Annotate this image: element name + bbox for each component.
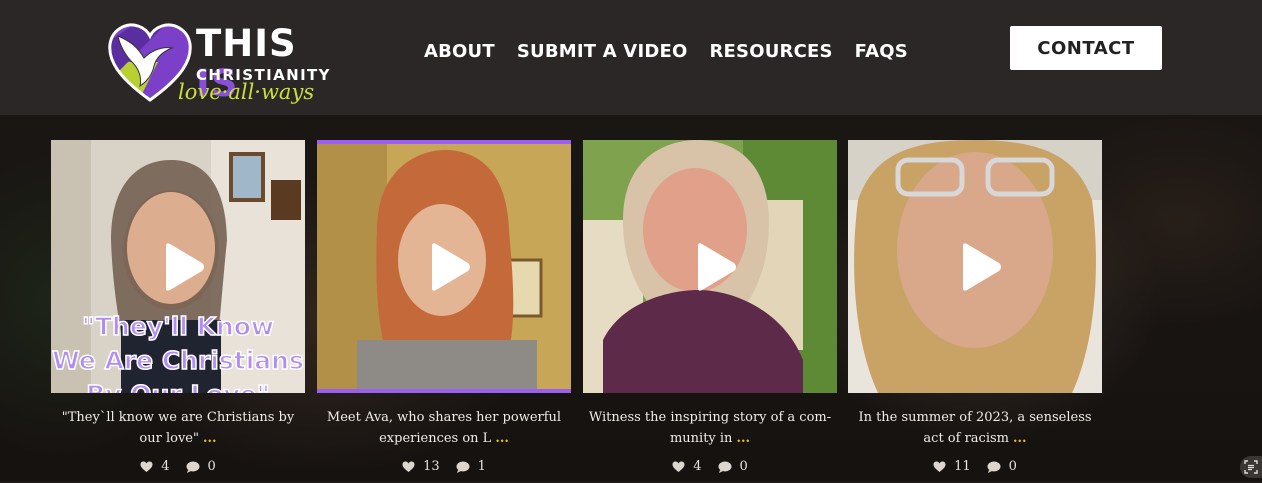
nav-faqs[interactable]: FAQS — [855, 40, 908, 64]
video-caption[interactable]: In the summer of 2023, a senseless act o… — [848, 407, 1102, 449]
logo-tagline: love·all·ways — [178, 80, 315, 104]
video-caption[interactable]: Meet Ava, who shares her powerful experi… — [317, 407, 571, 449]
contact-button[interactable]: CONTACT — [1010, 26, 1162, 70]
nav-submit-a-video[interactable]: SUBMIT A VIDEO — [517, 40, 688, 64]
video-stats: 4 0 — [583, 459, 837, 474]
heart-icon — [402, 461, 415, 472]
play-icon[interactable] — [694, 242, 738, 292]
video-card[interactable]: In the summer of 2023, a senseless act o… — [848, 140, 1102, 474]
more-link[interactable]: ... — [495, 431, 509, 446]
nav-resources[interactable]: RESOURCES — [709, 40, 832, 64]
scan-text-icon[interactable] — [1240, 456, 1262, 478]
like-count[interactable]: 13 — [402, 459, 440, 474]
video-card[interactable]: "They'll Know We Are Christians By Our L… — [51, 140, 305, 474]
heart-icon — [672, 461, 685, 472]
like-count[interactable]: 4 — [140, 459, 170, 474]
video-card[interactable]: Meet Ava, who shares her powerful experi… — [317, 140, 571, 474]
play-icon[interactable] — [959, 242, 1003, 292]
nav-about[interactable]: ABOUT — [424, 40, 495, 64]
video-stats: 4 0 — [51, 459, 305, 474]
main-nav: ABOUT SUBMIT A VIDEO RESOURCES FAQS — [424, 40, 908, 64]
video-overlay-text: "They'll Know We Are Christians By Our L… — [51, 311, 304, 393]
like-count[interactable]: 11 — [933, 459, 971, 474]
site-logo[interactable]: THIS IS CHRISTIANITY love·all·ways — [108, 22, 338, 118]
play-icon[interactable] — [162, 242, 206, 292]
comment-icon — [186, 461, 199, 473]
video-card[interactable]: Witness the inspiring story of a com- mu… — [583, 140, 837, 474]
video-caption[interactable]: "They`ll know we are Christians by our l… — [51, 407, 305, 449]
video-thumbnail[interactable]: "They'll Know We Are Christians By Our L… — [51, 140, 305, 393]
play-icon[interactable] — [428, 242, 472, 292]
comment-count[interactable]: 0 — [718, 459, 748, 474]
more-link[interactable]: ... — [203, 431, 217, 446]
comment-icon — [987, 461, 1001, 473]
comment-count[interactable]: 0 — [186, 459, 216, 474]
video-stats: 13 1 — [317, 459, 571, 474]
scan-text-glyph — [1244, 460, 1258, 474]
video-thumbnail[interactable] — [317, 140, 571, 393]
comment-icon — [456, 461, 470, 473]
more-link[interactable]: ... — [1013, 431, 1027, 446]
more-link[interactable]: ... — [736, 431, 750, 446]
comment-count[interactable]: 0 — [987, 459, 1017, 474]
site-header: THIS IS CHRISTIANITY love·all·ways ABOUT… — [0, 0, 1262, 115]
comment-icon — [718, 461, 731, 473]
video-thumbnail[interactable] — [583, 140, 837, 393]
video-caption[interactable]: Witness the inspiring story of a com- mu… — [583, 407, 837, 449]
video-stats: 11 0 — [848, 459, 1102, 474]
like-count[interactable]: 4 — [672, 459, 702, 474]
heart-icon — [140, 461, 153, 472]
video-thumbnail[interactable] — [848, 140, 1102, 393]
comment-count[interactable]: 1 — [456, 459, 486, 474]
heart-icon — [933, 461, 946, 472]
